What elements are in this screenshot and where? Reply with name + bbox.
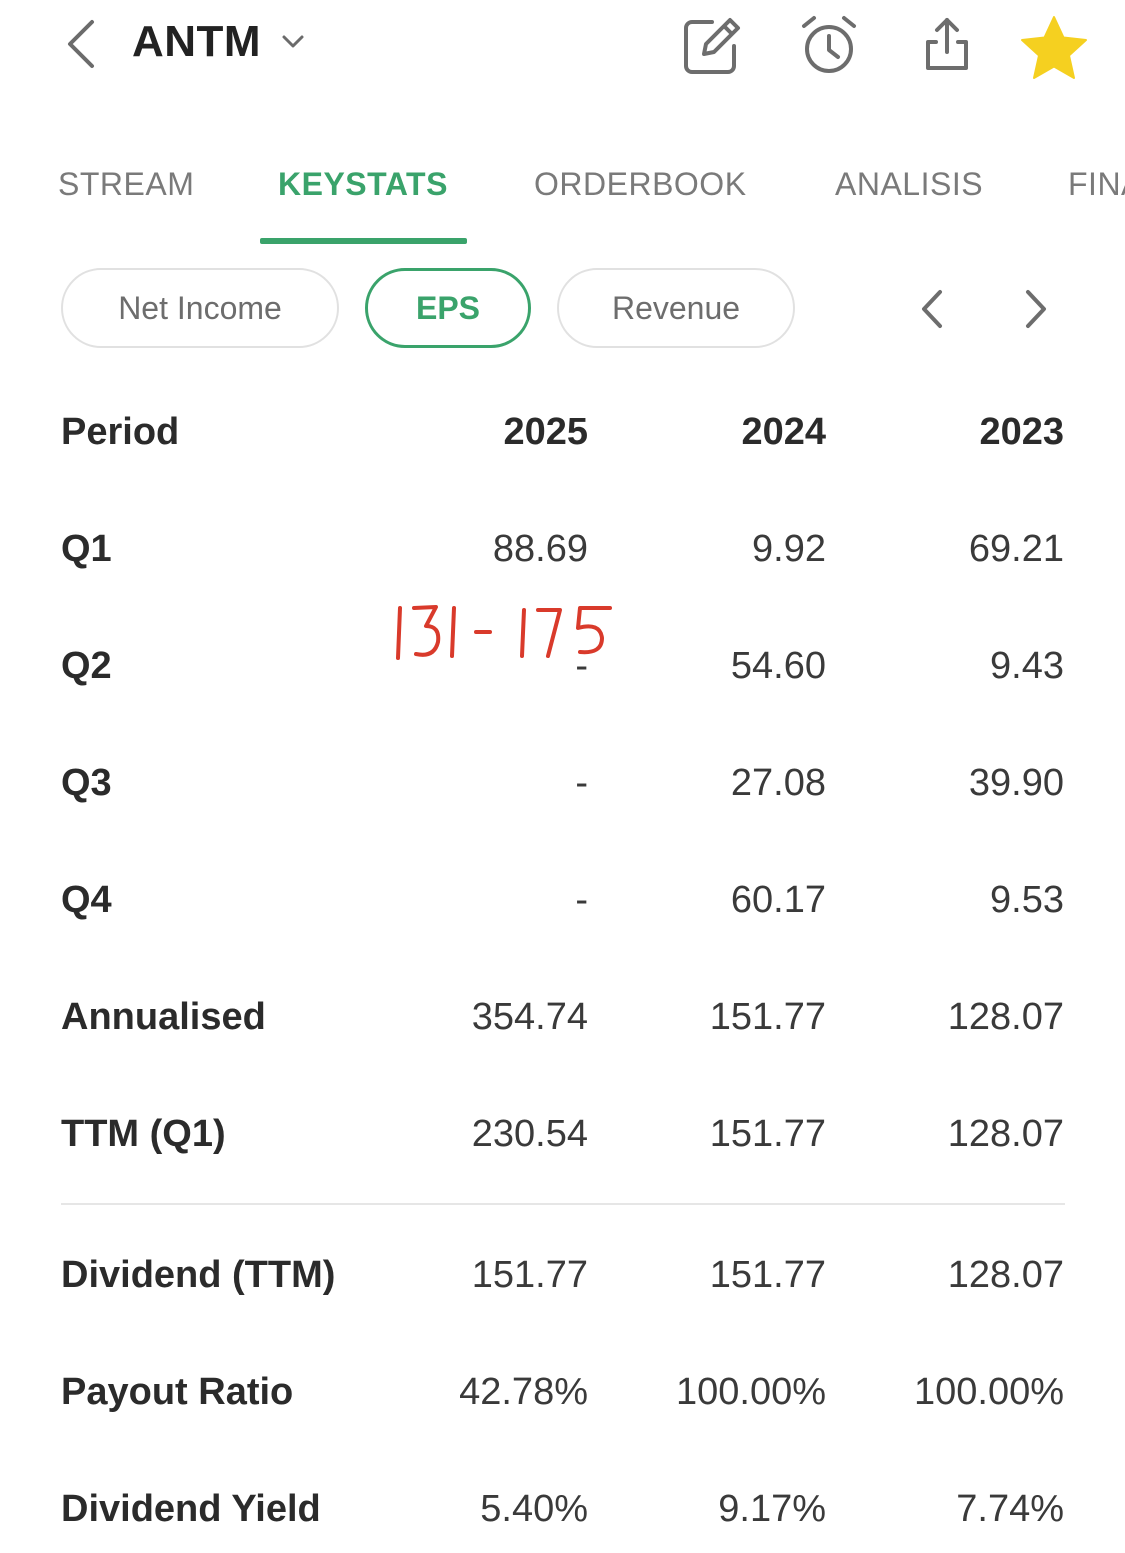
row-value: 151.77 [471, 1254, 588, 1296]
row-value: 54.60 [730, 645, 826, 687]
row-value: 9.43 [990, 645, 1064, 687]
row-label: Dividend Yield [61, 1488, 321, 1530]
row-value: 128.07 [947, 996, 1064, 1038]
table-row: Q4 - 60.17 9.53 [0, 870, 1125, 930]
period-header: Period [61, 411, 180, 453]
row-value: 27.08 [730, 762, 826, 804]
row-value: 128.07 [947, 1254, 1064, 1296]
row-label: Q4 [61, 879, 112, 921]
year-header: 2023 [979, 411, 1064, 453]
row-value: 69.21 [968, 528, 1064, 570]
tab-keystats[interactable]: KEYSTATS [278, 164, 448, 204]
row-value: 60.17 [730, 879, 826, 921]
table-header: Period 2025 2024 2023 [0, 402, 1125, 462]
row-value: 128.07 [947, 1113, 1064, 1155]
share-icon[interactable] [914, 12, 980, 78]
row-value: 5.40% [480, 1488, 588, 1530]
chip-revenue[interactable]: Revenue [557, 268, 795, 348]
row-value: 354.74 [471, 996, 588, 1038]
section-divider [61, 1203, 1065, 1205]
table-row: TTM (Q1) 230.54 151.77 128.07 [0, 1104, 1125, 1164]
tab-analisis[interactable]: ANALISIS [835, 164, 983, 204]
row-value: 230.54 [471, 1113, 588, 1155]
ticker-symbol[interactable]: ANTM [132, 14, 261, 70]
row-value: 100.00% [675, 1371, 826, 1413]
chevron-down-icon[interactable] [280, 32, 306, 52]
section-tabs: STREAM KEYSTATS ORDERBOOK ANALISIS FINA [0, 150, 1125, 245]
table-row: Annualised 354.74 151.77 128.07 [0, 987, 1125, 1047]
row-value: 9.92 [752, 528, 826, 570]
table-row: Q3 - 27.08 39.90 [0, 753, 1125, 813]
row-label: Q3 [61, 762, 112, 804]
edit-note-icon[interactable] [678, 12, 744, 78]
row-value: 9.53 [990, 879, 1064, 921]
row-value: 151.77 [709, 1254, 826, 1296]
row-label: Payout Ratio [61, 1371, 294, 1413]
table-row: Q1 88.69 9.92 69.21 [0, 519, 1125, 579]
chip-net-income[interactable]: Net Income [61, 268, 339, 348]
row-value: 151.77 [709, 996, 826, 1038]
tab-stream[interactable]: STREAM [58, 164, 194, 204]
row-value: - [575, 762, 588, 804]
table-row: Payout Ratio 42.78% 100.00% 100.00% [0, 1362, 1125, 1422]
row-value: 9.17% [718, 1488, 826, 1530]
top-bar: ANTM [0, 0, 1125, 100]
chevron-right-icon[interactable] [1016, 286, 1056, 332]
table-row: Dividend Yield 5.40% 9.17% 7.74% [0, 1479, 1125, 1539]
row-value: - [575, 879, 588, 921]
row-label: TTM (Q1) [61, 1113, 226, 1155]
handwritten-annotation [392, 596, 624, 668]
row-label: Q1 [61, 528, 112, 570]
row-label: Annualised [61, 996, 266, 1038]
back-icon[interactable] [58, 18, 106, 70]
row-value: 7.74% [956, 1488, 1064, 1530]
year-header: 2025 [503, 411, 588, 453]
year-header: 2024 [741, 411, 826, 453]
chip-eps[interactable]: EPS [365, 268, 531, 348]
active-tab-indicator [260, 238, 467, 244]
row-value: 39.90 [968, 762, 1064, 804]
tab-orderbook[interactable]: ORDERBOOK [534, 164, 747, 204]
row-value: 151.77 [709, 1113, 826, 1155]
chevron-left-icon[interactable] [912, 286, 952, 332]
row-value: 88.69 [492, 528, 588, 570]
row-label: Dividend (TTM) [61, 1254, 336, 1296]
row-label: Q2 [61, 645, 112, 687]
tab-financials[interactable]: FINA [1068, 164, 1125, 204]
table-row: Dividend (TTM) 151.77 151.77 128.07 [0, 1245, 1125, 1305]
row-value: 42.78% [459, 1371, 588, 1413]
row-value: 100.00% [913, 1371, 1064, 1413]
favorite-star-icon[interactable] [1018, 14, 1090, 82]
alarm-clock-icon[interactable] [796, 12, 862, 78]
